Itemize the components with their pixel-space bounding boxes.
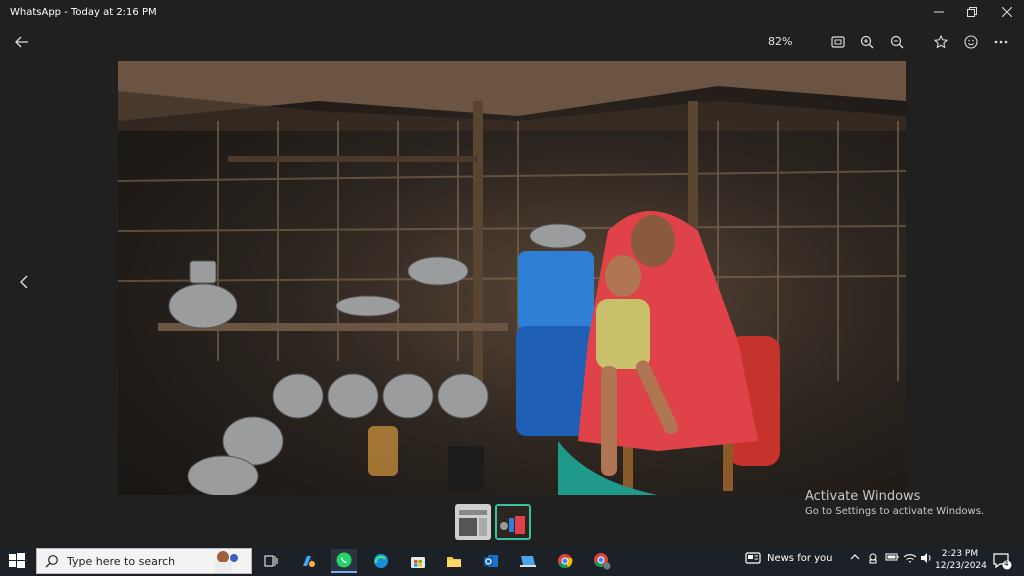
file-explorer-taskbar-button[interactable] (441, 549, 467, 573)
activation-watermark: Activate Windows Go to Settings to activ… (805, 489, 984, 517)
windows-logo-icon (9, 553, 25, 568)
battery-icon (885, 553, 899, 561)
battery-tray-icon[interactable] (885, 552, 899, 565)
chrome-profile-taskbar-button[interactable] (589, 549, 615, 573)
whatsapp-icon (336, 552, 352, 568)
window-title: WhatsApp - Today at 2:16 PM (10, 6, 157, 18)
search-placeholder: Type here to search (67, 554, 176, 568)
search-highlight-icon (214, 551, 238, 573)
previous-photo-button[interactable] (12, 270, 36, 294)
zoom-level[interactable]: 82% (768, 35, 792, 48)
search-icon (45, 555, 58, 568)
document-thumbnail-icon (455, 504, 491, 540)
chrome-profile-icon (594, 553, 611, 570)
photo-thumbnail-icon (497, 506, 529, 538)
restore-button[interactable] (955, 0, 989, 24)
watermark-subtitle: Go to Settings to activate Windows. (805, 506, 985, 517)
edge-taskbar-button[interactable] (368, 549, 394, 573)
meet-icon (869, 553, 877, 564)
zoom-out-button[interactable] (885, 30, 909, 54)
chrome-taskbar-button[interactable] (552, 549, 578, 573)
zoom-in-button[interactable] (855, 30, 879, 54)
favorite-button[interactable] (929, 30, 953, 54)
outlook-taskbar-button[interactable] (478, 549, 504, 573)
photo-illustration (118, 61, 906, 495)
zoom-in-icon (860, 35, 874, 49)
copilot-button[interactable] (295, 549, 321, 573)
edge-browser-icon (374, 554, 388, 568)
speaker-icon (921, 553, 931, 563)
device-icon (520, 556, 536, 567)
whatsapp-taskbar-button[interactable] (331, 549, 357, 573)
store-icon (411, 557, 425, 568)
notification-count: 4 (1004, 560, 1009, 568)
close-icon (1002, 7, 1012, 17)
start-button[interactable] (8, 552, 26, 570)
wifi-tray-icon[interactable] (903, 552, 917, 567)
news-widget[interactable]: News for you (745, 552, 833, 564)
fit-screen-button[interactable] (826, 30, 850, 54)
folder-icon (447, 557, 461, 567)
close-button[interactable] (990, 0, 1024, 24)
star-icon (934, 35, 948, 49)
news-icon (745, 552, 761, 564)
volume-tray-icon[interactable] (920, 552, 934, 567)
chevron-up-icon (850, 554, 860, 560)
taskbar-search[interactable]: Type here to search (36, 548, 252, 574)
minimize-button[interactable] (922, 0, 956, 24)
emoji-button[interactable] (959, 30, 983, 54)
fit-screen-icon (831, 36, 845, 48)
more-dots-icon (994, 40, 1008, 44)
notification-icon (993, 553, 1012, 570)
photo-image (118, 61, 906, 495)
back-button[interactable] (10, 30, 34, 54)
wifi-icon (903, 554, 917, 563)
chrome-icon (558, 554, 573, 569)
task-view-button[interactable] (258, 549, 284, 573)
outlook-icon (484, 555, 498, 567)
watermark-title: Activate Windows (805, 489, 921, 504)
news-label: News for you (767, 552, 833, 564)
taskbar-clock[interactable]: 2:23 PM 12/23/2024 (935, 548, 987, 572)
title-bar: WhatsApp - Today at 2:16 PM (0, 0, 1024, 24)
task-view-icon (264, 555, 278, 567)
copilot-icon (303, 556, 315, 567)
thumbnail-document[interactable] (455, 504, 491, 540)
clock-time: 2:23 PM (941, 549, 979, 559)
notification-center-button[interactable]: 4 (992, 551, 1012, 571)
chevron-left-icon (20, 275, 28, 289)
meet-now-tray-icon[interactable] (867, 552, 879, 567)
teams-taskbar-button[interactable] (515, 549, 541, 573)
minimize-icon (934, 11, 944, 13)
arrow-left-icon (15, 36, 28, 48)
filmstrip (455, 504, 535, 540)
restore-icon (967, 7, 977, 17)
smiley-icon (964, 35, 978, 49)
show-hidden-icons-button[interactable] (850, 552, 860, 565)
clock-date: 12/23/2024 (935, 561, 987, 571)
zoom-out-icon (890, 35, 904, 49)
thumbnail-current-photo[interactable] (495, 504, 531, 540)
store-taskbar-button[interactable] (405, 549, 431, 573)
more-button[interactable] (989, 30, 1013, 54)
